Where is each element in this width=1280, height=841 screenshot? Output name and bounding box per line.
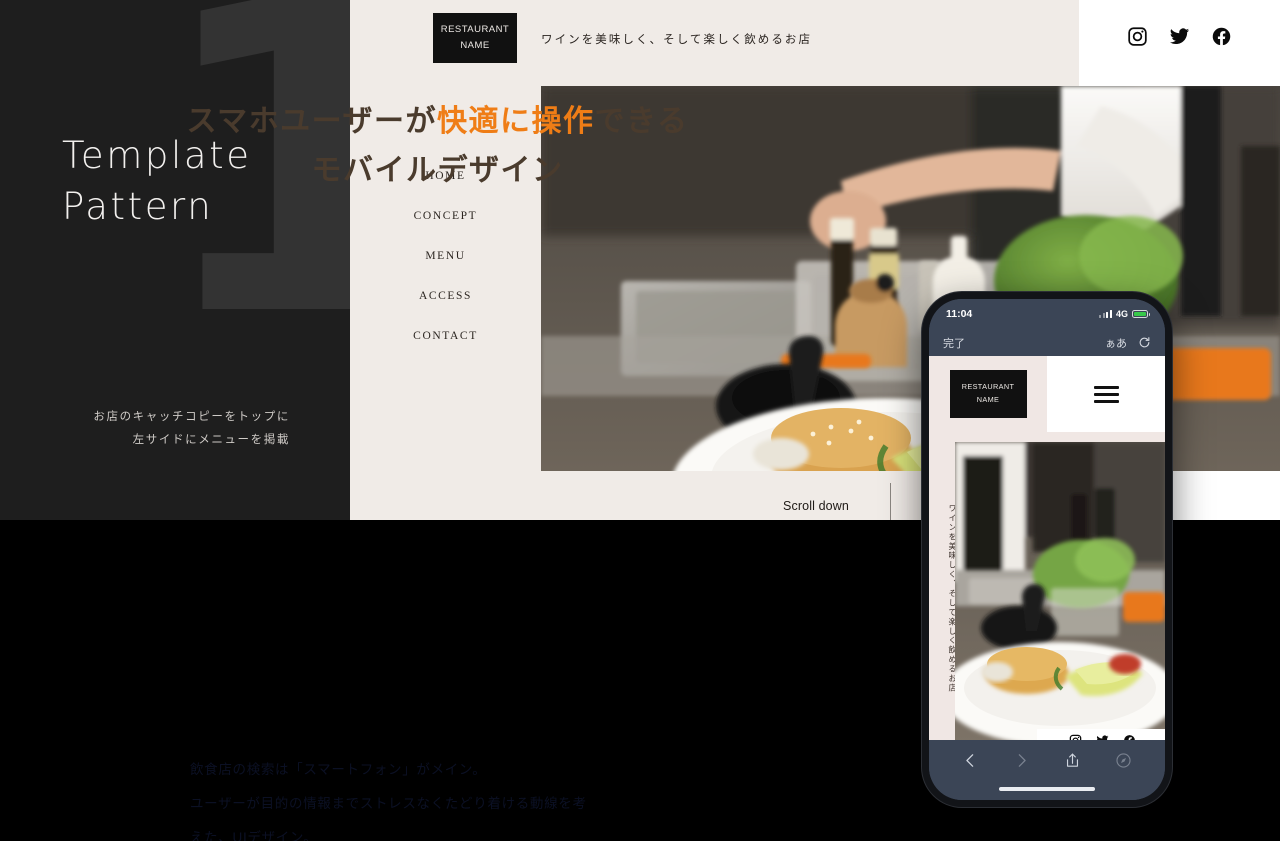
phone-logo-area: RESTAURANT NAME <box>929 356 1047 432</box>
phone-site-header: RESTAURANT NAME <box>929 356 1165 432</box>
intro-subtext-line2: 左サイドにメニューを掲載 <box>132 434 290 446</box>
social-links <box>1079 26 1280 47</box>
left-intro-panel: 1 Template Pattern お店のキャッチコピーをトップに 左サイドに… <box>0 0 350 520</box>
section-headline-line2: モバイルデザイン <box>311 152 564 188</box>
site-logo-line1: RESTAURANT <box>440 24 510 36</box>
page-root: 1 Template Pattern お店のキャッチコピーをトップに 左サイドに… <box>0 0 1280 841</box>
headline-pre: スマホユーザーが <box>186 104 438 139</box>
back-icon[interactable] <box>962 752 979 769</box>
twitter-icon[interactable] <box>1169 26 1190 47</box>
section-body-line2: ユーザーが目的の情報までストレスなくたどり着ける動線を考 <box>190 795 587 811</box>
phone-screen: 11:04 4G 完了 ぁあ RESTAURANT NAME ワインを美味しく、… <box>929 299 1165 800</box>
safari-top-actions: ぁあ <box>1105 335 1151 351</box>
text-size-button[interactable]: ぁあ <box>1105 335 1127 351</box>
phone-status-bar: 11:04 4G <box>929 299 1165 329</box>
status-time: 11:04 <box>946 308 973 320</box>
section-body-line1: 飲食店の検索は「スマートフォン」がメイン。 <box>190 762 487 777</box>
phone-site-logo[interactable]: RESTAURANT NAME <box>949 370 1027 418</box>
phone-hero-photo <box>955 442 1165 742</box>
forward-icon[interactable] <box>1013 752 1030 769</box>
section-headline: スマホユーザーが快適に操作できる モバイルデザイン <box>0 98 875 195</box>
status-indicators: 4G <box>1099 309 1150 319</box>
scroll-down-label: Scroll down <box>783 499 849 513</box>
headline-highlight: 快適に操作 <box>437 104 595 139</box>
home-indicator <box>999 787 1095 791</box>
nav-item-concept[interactable]: CONCEPT <box>414 210 478 222</box>
phone-website-page: RESTAURANT NAME ワインを美味しく、そして楽しく飲めるお店 <box>929 356 1165 754</box>
reload-icon[interactable] <box>1138 336 1151 349</box>
site-logo-line2: NAME <box>460 40 490 51</box>
hamburger-menu-icon[interactable] <box>1093 385 1119 403</box>
section-body-text: 飲食店の検索は「スマートフォン」がメイン。 ユーザーが目的の情報までストレスなく… <box>190 753 810 841</box>
phone-vertical-tagline: ワインを美味しく、そして楽しく飲めるお店 <box>948 504 957 693</box>
phone-logo-line1: RESTAURANT <box>961 382 1015 392</box>
phone-menu-area <box>1047 356 1165 432</box>
section-body-line3: えた、UIデザイン。 <box>190 829 318 841</box>
phone-hero-area: ワインを美味しく、そして楽しく飲めるお店 <box>929 432 1165 754</box>
phone-logo-line2: NAME <box>976 395 1000 404</box>
intro-subtext: お店のキャッチコピーをトップに 左サイドにメニューを掲載 <box>30 406 290 452</box>
signal-bars-icon <box>1099 310 1112 318</box>
safari-done-button[interactable]: 完了 <box>943 335 965 351</box>
facebook-icon[interactable] <box>1211 26 1232 47</box>
instagram-icon[interactable] <box>1127 26 1148 47</box>
site-side-nav: HOME CONCEPT MENU ACCESS CONTACT <box>350 170 541 342</box>
battery-charging-icon <box>1132 309 1150 319</box>
safari-top-bar: 完了 ぁあ <box>929 329 1165 356</box>
phone-mockup: 11:04 4G 完了 ぁあ RESTAURANT NAME ワインを美味しく、… <box>922 292 1172 807</box>
nav-item-access[interactable]: ACCESS <box>419 290 472 302</box>
network-label: 4G <box>1115 309 1128 319</box>
share-icon[interactable] <box>1064 752 1081 769</box>
nav-item-contact[interactable]: CONTACT <box>413 330 478 342</box>
site-tagline: ワインを美味しく、そして楽しく飲めるお店 <box>541 34 813 46</box>
safari-bottom-bar <box>929 740 1165 800</box>
section-headline-line1: スマホユーザーが快適に操作できる <box>187 104 689 139</box>
intro-subtext-line1: お店のキャッチコピーをトップに <box>93 411 290 423</box>
site-logo[interactable]: RESTAURANT NAME <box>433 13 517 63</box>
safari-compass-icon[interactable] <box>1115 752 1132 769</box>
headline-post: できる <box>594 104 689 139</box>
nav-item-menu[interactable]: MENU <box>425 250 465 262</box>
